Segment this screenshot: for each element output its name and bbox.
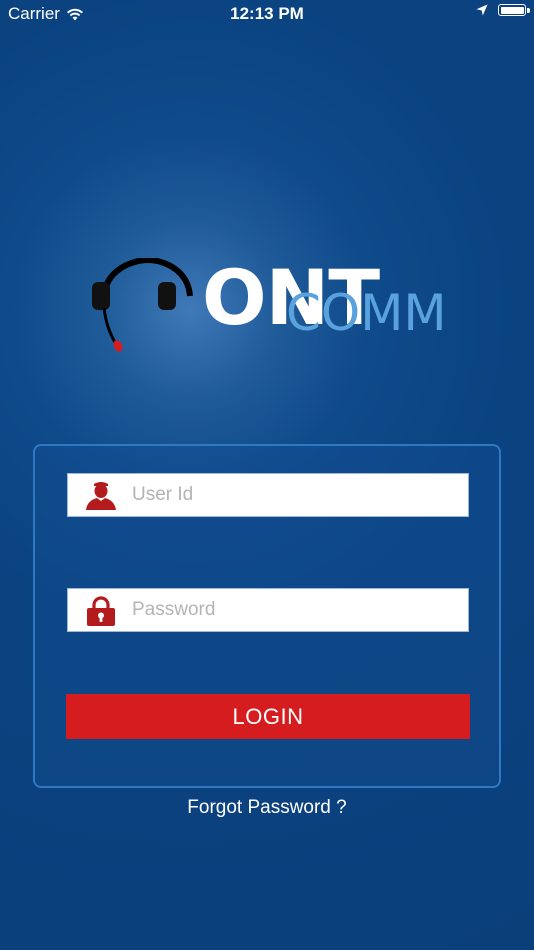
login-panel: LOGIN (33, 444, 501, 788)
status-bar: Carrier 12:13 PM (0, 0, 534, 28)
user-id-field-box[interactable] (67, 473, 469, 517)
lock-icon (87, 596, 115, 626)
app-logo: ONT COMM (92, 258, 452, 358)
brand-sub-text: COMM (286, 284, 447, 342)
location-arrow-icon (476, 4, 488, 16)
headset-icon (92, 258, 193, 352)
password-field-box[interactable] (67, 588, 469, 632)
status-time: 12:13 PM (230, 4, 304, 23)
user-icon (86, 482, 116, 510)
battery-icon (498, 4, 530, 16)
status-right-group (476, 4, 530, 16)
forgot-password-link[interactable]: Forgot Password ? (0, 797, 534, 819)
password-input[interactable] (132, 589, 462, 631)
user-id-input[interactable] (132, 474, 462, 516)
login-button[interactable]: LOGIN (66, 694, 470, 739)
